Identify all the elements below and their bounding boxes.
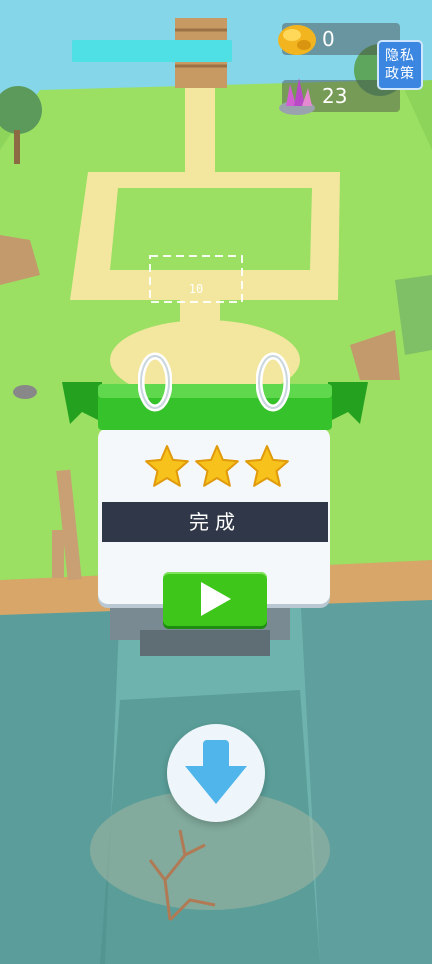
- star-filled-icon: [245, 445, 289, 487]
- completion-status-bar: 完成: [102, 502, 328, 542]
- star-filled-icon: [145, 445, 189, 487]
- plot-price-label: 10: [188, 282, 204, 296]
- level-progress-fill: [72, 40, 232, 62]
- binder-ring-right: [256, 352, 290, 412]
- continue-play-button[interactable]: [163, 572, 267, 626]
- privacy-label-line2: 政策: [385, 66, 415, 82]
- down-arrow-button[interactable]: [167, 724, 265, 822]
- completion-status-text: 完成: [189, 510, 241, 534]
- play-icon: [201, 582, 231, 616]
- down-arrow-icon: [185, 740, 247, 804]
- gold-nugget-icon: [278, 25, 316, 55]
- star-filled-icon: [195, 445, 239, 487]
- gold-count: 0: [322, 27, 335, 51]
- star-rating: [145, 445, 289, 487]
- level-progress-bar: [72, 40, 232, 62]
- privacy-policy-button[interactable]: 隐私 政策: [377, 40, 423, 90]
- card-banner: [62, 382, 368, 430]
- privacy-label-line1: 隐私: [385, 48, 415, 64]
- crystal-gem-icon: [279, 78, 315, 115]
- gem-count: 23: [322, 84, 348, 108]
- binder-ring-left: [138, 352, 172, 412]
